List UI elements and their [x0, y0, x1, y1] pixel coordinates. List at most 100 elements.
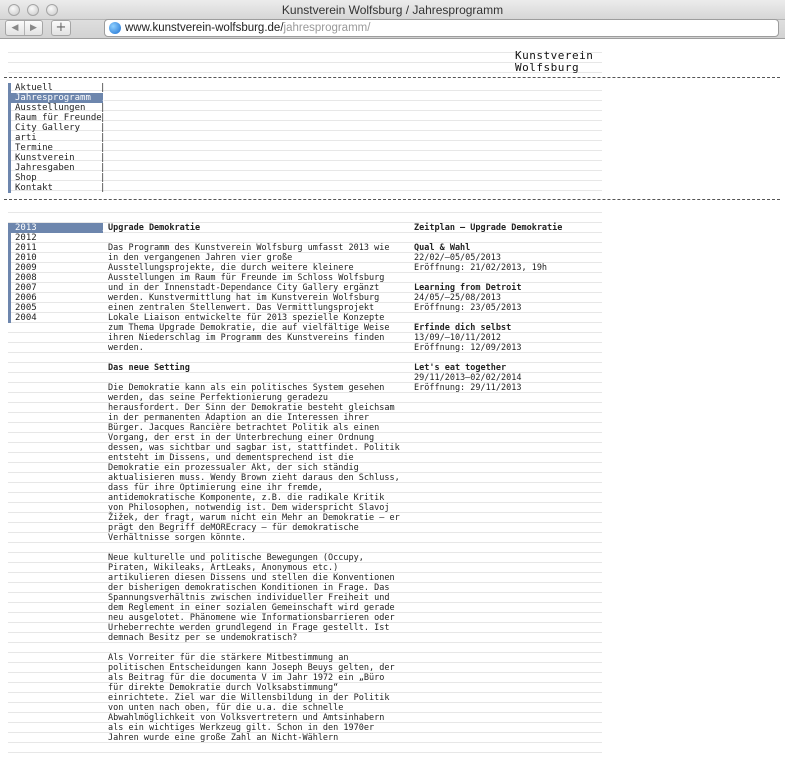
- year-item-2011[interactable]: 2011: [8, 243, 108, 253]
- browser-toolbar: ◀ ▶ + www.kunstverein-wolfsburg.de/jahres…: [0, 19, 785, 39]
- event-title: Erfinde dich selbst: [414, 323, 512, 333]
- event-dates: 29/11/2013–02/02/2014: [414, 373, 522, 383]
- menu-item-arti[interactable]: arti |: [8, 133, 602, 143]
- menu-separator: |: [100, 163, 106, 173]
- year-item-2008[interactable]: 2008: [8, 273, 108, 283]
- year-item-2007[interactable]: 2007: [8, 283, 108, 293]
- back-icon[interactable]: ◀: [6, 21, 24, 35]
- event-opening: Eröffnung: 23/05/2013: [414, 303, 522, 313]
- url-path: jahresprogramm/: [283, 22, 371, 34]
- year-item-2005[interactable]: 2005: [8, 303, 108, 313]
- globe-icon: [109, 22, 121, 34]
- year-item-2013[interactable]: 2013 /: [8, 223, 107, 233]
- year-item-2010[interactable]: 2010: [8, 253, 108, 263]
- year-label: 2009: [15, 263, 37, 273]
- event-opening: Eröffnung: 12/09/2013: [414, 343, 522, 353]
- menu-item-aktuell[interactable]: Aktuell |: [8, 83, 602, 93]
- article-paragraph-1: Die Demokratie kann als ein politisches …: [108, 383, 400, 543]
- year-label: 2013: [15, 223, 37, 233]
- divider-top: [4, 77, 780, 78]
- page-content: Kunstverein Wolfsburg Aktuell | Jahrespro…: [0, 40, 785, 760]
- forward-icon[interactable]: ▶: [24, 21, 42, 35]
- minimize-window-button[interactable]: [27, 4, 39, 16]
- url-host: www.kunstverein-wolfsburg.de/: [125, 22, 284, 34]
- menu-item-label: Termine: [15, 143, 53, 153]
- article: Upgrade Demokratie Das Programm des Kuns…: [108, 223, 403, 753]
- menu-item-city-gallery[interactable]: City Gallery |: [8, 123, 602, 133]
- window-titlebar: Kunstverein Wolfsburg / Jahresprogramm: [0, 0, 785, 20]
- menu-item-label: City Gallery: [15, 123, 81, 133]
- menu-item-label: Jahresgaben: [15, 163, 75, 173]
- menu-item-shop[interactable]: Shop |: [8, 173, 602, 183]
- main-menu: Aktuell | Jahresprogramm / Ausstellungen | …: [8, 83, 602, 193]
- year-label: 2005: [15, 303, 37, 313]
- article-intro: Das Programm des Kunstverein Wolfsburg u…: [108, 243, 390, 353]
- event-item[interactable]: Learning from Detroit 24/05/–25/08/2013 …: [414, 283, 604, 313]
- event-opening: Eröffnung: 21/02/2013, 19h: [414, 263, 548, 273]
- menu-separator: |: [100, 153, 106, 163]
- logo-line-2: Wolfsburg: [515, 61, 580, 74]
- menu-separator: |: [100, 123, 106, 133]
- url-text[interactable]: www.kunstverein-wolfsburg.de/jahresprogr…: [125, 20, 370, 36]
- menu-separator: |: [100, 83, 106, 93]
- year-item-2009[interactable]: 2009: [8, 263, 108, 273]
- menu-item-label: Jahresprogramm: [15, 93, 91, 103]
- year-item-2012[interactable]: 2012: [8, 233, 108, 243]
- menu-separator: |: [100, 133, 106, 143]
- close-window-button[interactable]: [8, 4, 20, 16]
- event-opening: Eröffnung: 29/11/2013: [414, 383, 522, 393]
- event-title: Qual & Wahl: [414, 243, 471, 253]
- menu-item-termine[interactable]: Termine |: [8, 143, 602, 153]
- menu-item-label: Aktuell: [15, 83, 53, 93]
- header-ruled-area: [8, 43, 602, 77]
- event-dates: 24/05/–25/08/2013: [414, 293, 501, 303]
- active-marker: /: [102, 93, 108, 103]
- site-logo[interactable]: Kunstverein Wolfsburg: [515, 50, 593, 74]
- event-dates: 22/02/–05/05/2013: [414, 253, 501, 263]
- schedule: Zeitplan – Upgrade Demokratie Qual & Wah…: [414, 223, 604, 403]
- event-item[interactable]: Let's eat together 29/11/2013–02/02/2014…: [414, 363, 604, 393]
- divider-middle: [4, 199, 780, 200]
- year-list: 2013 / 2012 2011 2010 2009 2008 2007 2006…: [8, 223, 108, 323]
- menu-separator: |: [100, 183, 106, 193]
- year-label: 2006: [15, 293, 37, 303]
- menu-item-kontakt[interactable]: Kontakt |: [8, 183, 602, 193]
- new-tab-button[interactable]: +: [51, 20, 71, 36]
- article-paragraph-2: Neue kulturelle und politische Bewegunge…: [108, 553, 395, 643]
- menu-separator: |: [100, 103, 106, 113]
- menu-item-jahresgaben[interactable]: Jahresgaben |: [8, 163, 602, 173]
- menu-item-label: Kontakt: [15, 183, 53, 193]
- menu-separator: |: [100, 173, 106, 183]
- menu-item-label: Ausstellungen: [15, 103, 86, 113]
- zoom-window-button[interactable]: [46, 4, 58, 16]
- menu-item-label: arti: [15, 133, 37, 143]
- menu-item-ausstellungen[interactable]: Ausstellungen |: [8, 103, 602, 113]
- section-title: Das neue Setting: [108, 363, 190, 373]
- event-title: Learning from Detroit: [414, 283, 522, 293]
- year-item-2004[interactable]: 2004: [8, 313, 108, 323]
- menu-item-raum-fuer-freunde[interactable]: Raum für Freunde |: [8, 113, 602, 123]
- window-title: Kunstverein Wolfsburg / Jahresprogramm: [281, 3, 504, 17]
- schedule-title: Zeitplan – Upgrade Demokratie: [414, 223, 563, 233]
- year-label: 2008: [15, 273, 37, 283]
- active-marker: /: [102, 223, 108, 233]
- menu-separator: |: [100, 143, 106, 153]
- year-label: 2007: [15, 283, 37, 293]
- menu-item-label: Kunstverein: [15, 153, 75, 163]
- year-label: 2010: [15, 253, 37, 263]
- address-bar[interactable]: www.kunstverein-wolfsburg.de/jahresprogr…: [104, 19, 779, 37]
- event-title: Let's eat together: [414, 363, 507, 373]
- year-label: 2011: [15, 243, 37, 253]
- menu-item-label: Shop: [15, 173, 37, 183]
- menu-item-kunstverein[interactable]: Kunstverein |: [8, 153, 602, 163]
- event-item[interactable]: Erfinde dich selbst 13/09/–10/11/2012 Er…: [414, 323, 604, 353]
- menu-item-jahresprogramm[interactable]: Jahresprogramm /: [8, 93, 107, 103]
- year-item-2006[interactable]: 2006: [8, 293, 108, 303]
- article-title: Upgrade Demokratie: [108, 223, 201, 233]
- event-dates: 13/09/–10/11/2012: [414, 333, 501, 343]
- year-label: 2012: [15, 233, 37, 243]
- history-buttons: ◀ ▶: [5, 20, 43, 36]
- menu-item-label: Raum für Freunde: [15, 113, 102, 123]
- menu-separator: |: [100, 113, 106, 123]
- event-item[interactable]: Qual & Wahl 22/02/–05/05/2013 Eröffnung:…: [414, 243, 604, 273]
